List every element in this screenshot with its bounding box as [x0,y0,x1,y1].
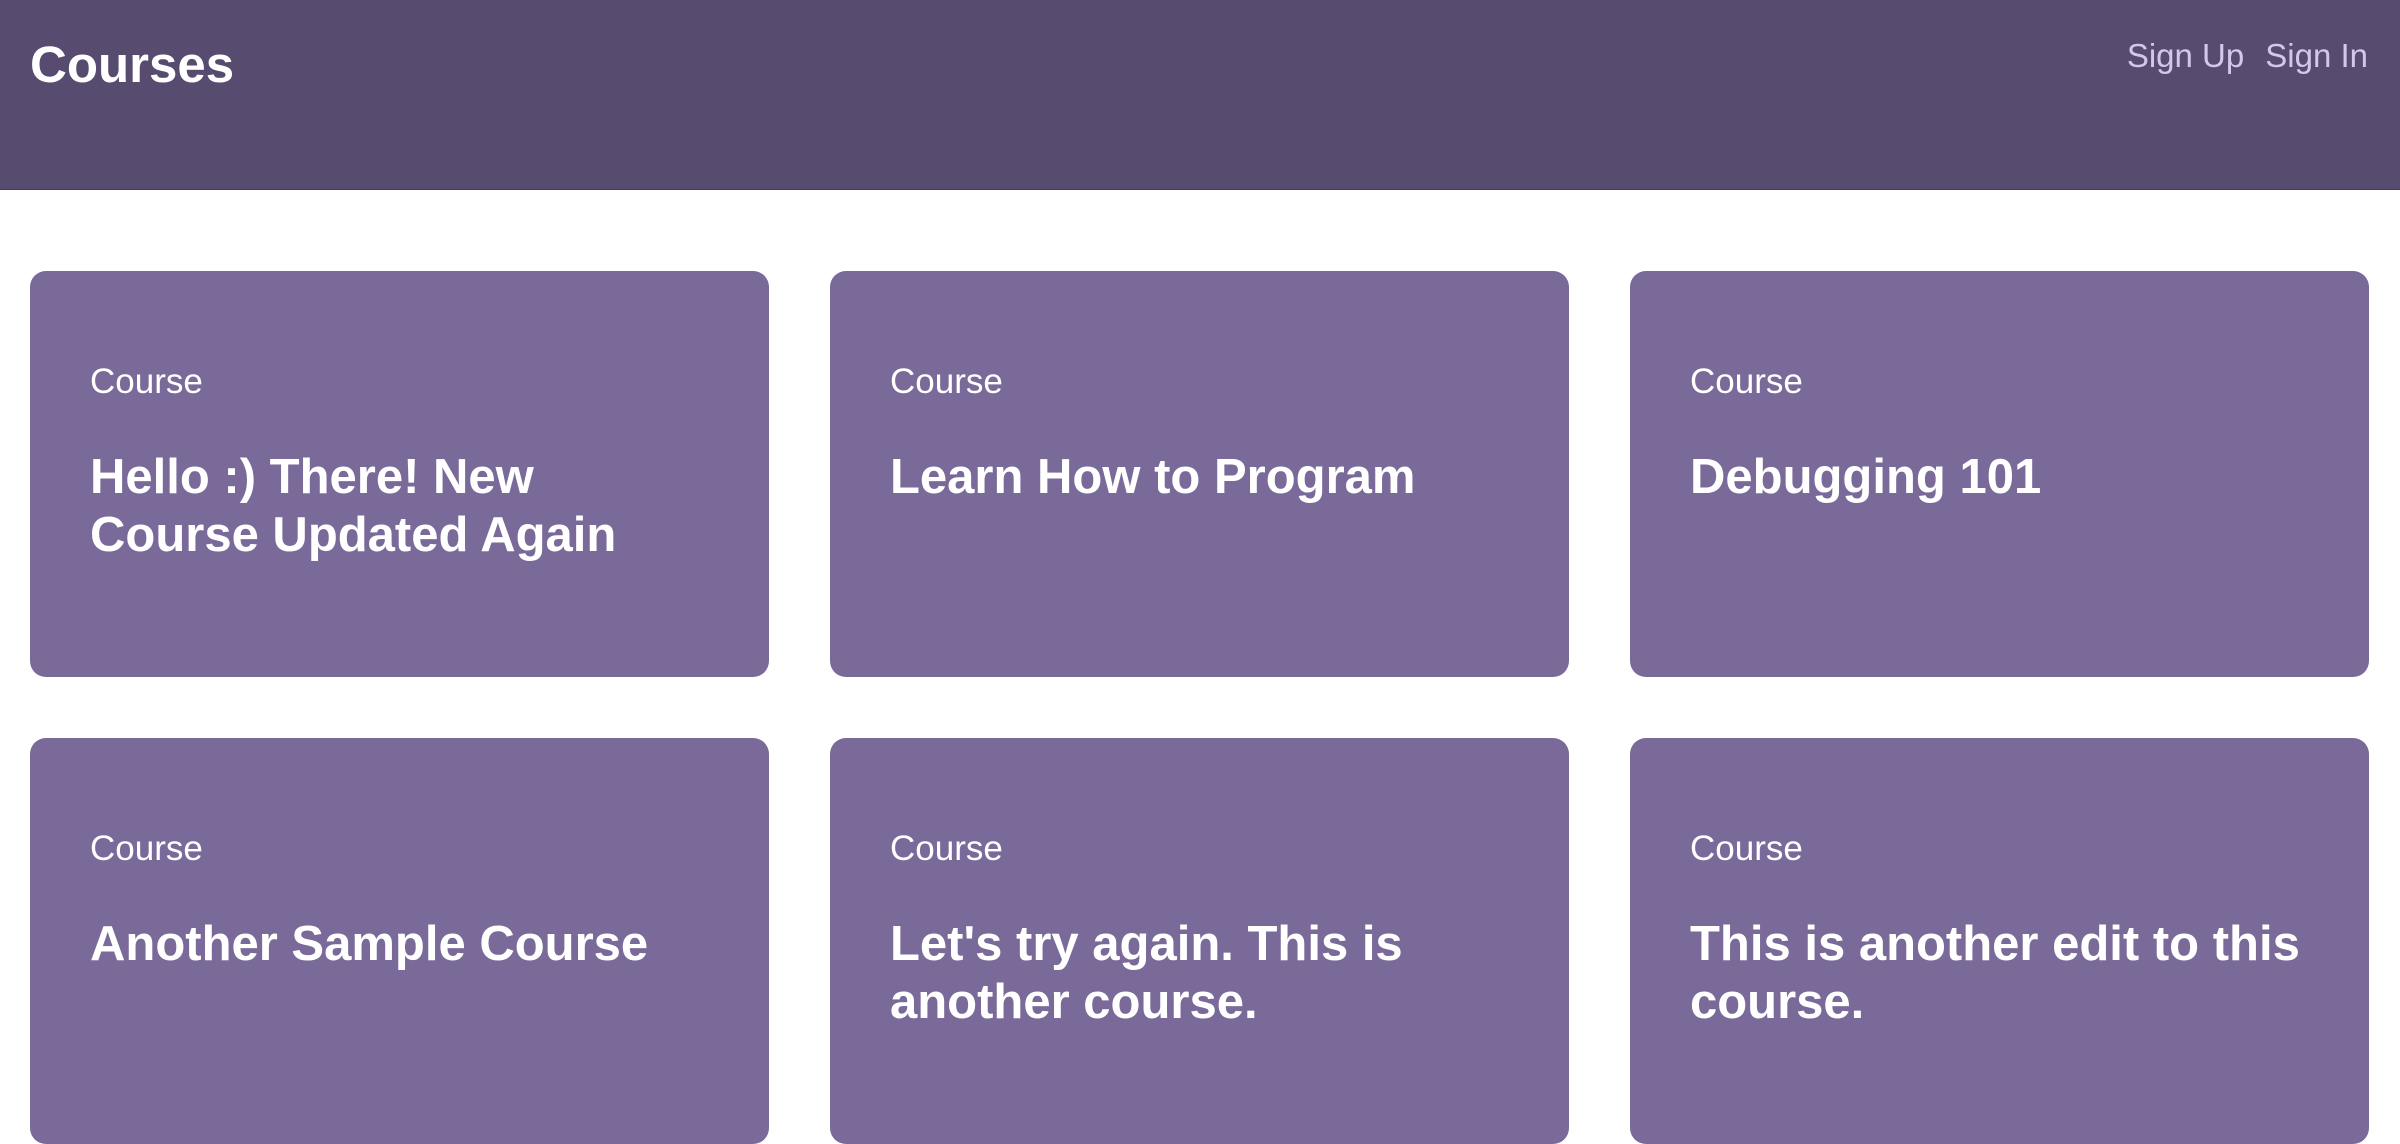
course-card-title: Let's try again. This is another course. [890,917,1403,1029]
course-grid: Course Hello :) There! New Course Update… [30,271,2369,1144]
course-card[interactable]: Course Another Sample Course [30,738,769,1144]
course-card-title: Learn How to Program [890,450,1416,504]
course-card-label: Course [90,829,203,868]
course-card-label: Course [90,362,203,401]
app-title[interactable]: Courses [30,34,234,95]
course-card-label: Course [1690,829,1803,868]
course-card-label: Course [890,829,1003,868]
sign-up-link[interactable]: Sign Up [2127,36,2244,76]
course-card-label: Course [1690,362,1803,401]
course-card-label: Course [890,362,1003,401]
course-card-title: Debugging 101 [1690,450,2042,504]
course-card-title: This is another edit to this course. [1690,917,2300,1029]
course-card[interactable]: Course Learn How to Program [830,271,1569,677]
course-card[interactable]: Course Let's try again. This is another … [830,738,1569,1144]
sign-in-link[interactable]: Sign In [2265,36,2368,76]
header-nav: Sign Up Sign In [2127,36,2368,76]
course-card[interactable]: Course This is another edit to this cour… [1630,738,2369,1144]
app-header: Courses Sign Up Sign In [0,0,2400,190]
course-card-title: Hello :) There! New Course Updated Again [90,450,617,562]
course-card[interactable]: Course Hello :) There! New Course Update… [30,271,769,677]
course-card[interactable]: Course Debugging 101 [1630,271,2369,677]
course-card-title: Another Sample Course [90,917,649,971]
